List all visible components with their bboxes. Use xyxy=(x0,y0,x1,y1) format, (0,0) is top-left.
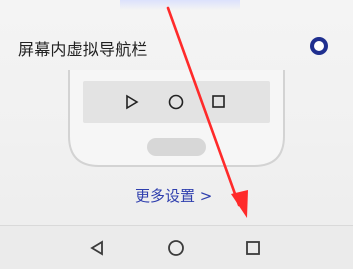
phone-navigation-preview xyxy=(67,70,286,188)
home-circle-icon[interactable] xyxy=(161,233,191,263)
settings-screen: 屏幕内虚拟导航栏 更多设置 > xyxy=(0,0,353,269)
preview-home-button xyxy=(147,138,206,156)
recent-square-icon[interactable] xyxy=(238,233,268,263)
top-edge-highlight xyxy=(120,0,240,10)
virtual-navigation-bar-option[interactable]: 屏幕内虚拟导航栏 xyxy=(0,24,353,66)
back-triangle-icon[interactable] xyxy=(82,233,112,263)
selected-radio-button[interactable] xyxy=(310,37,328,55)
system-navigation-bar xyxy=(0,226,353,269)
preview-nav-bar xyxy=(83,81,270,123)
more-settings-link[interactable]: 更多设置 > xyxy=(135,185,212,206)
phone-preview-svg xyxy=(68,70,285,167)
virtual-navigation-bar-label: 屏幕内虚拟导航栏 xyxy=(18,40,148,59)
